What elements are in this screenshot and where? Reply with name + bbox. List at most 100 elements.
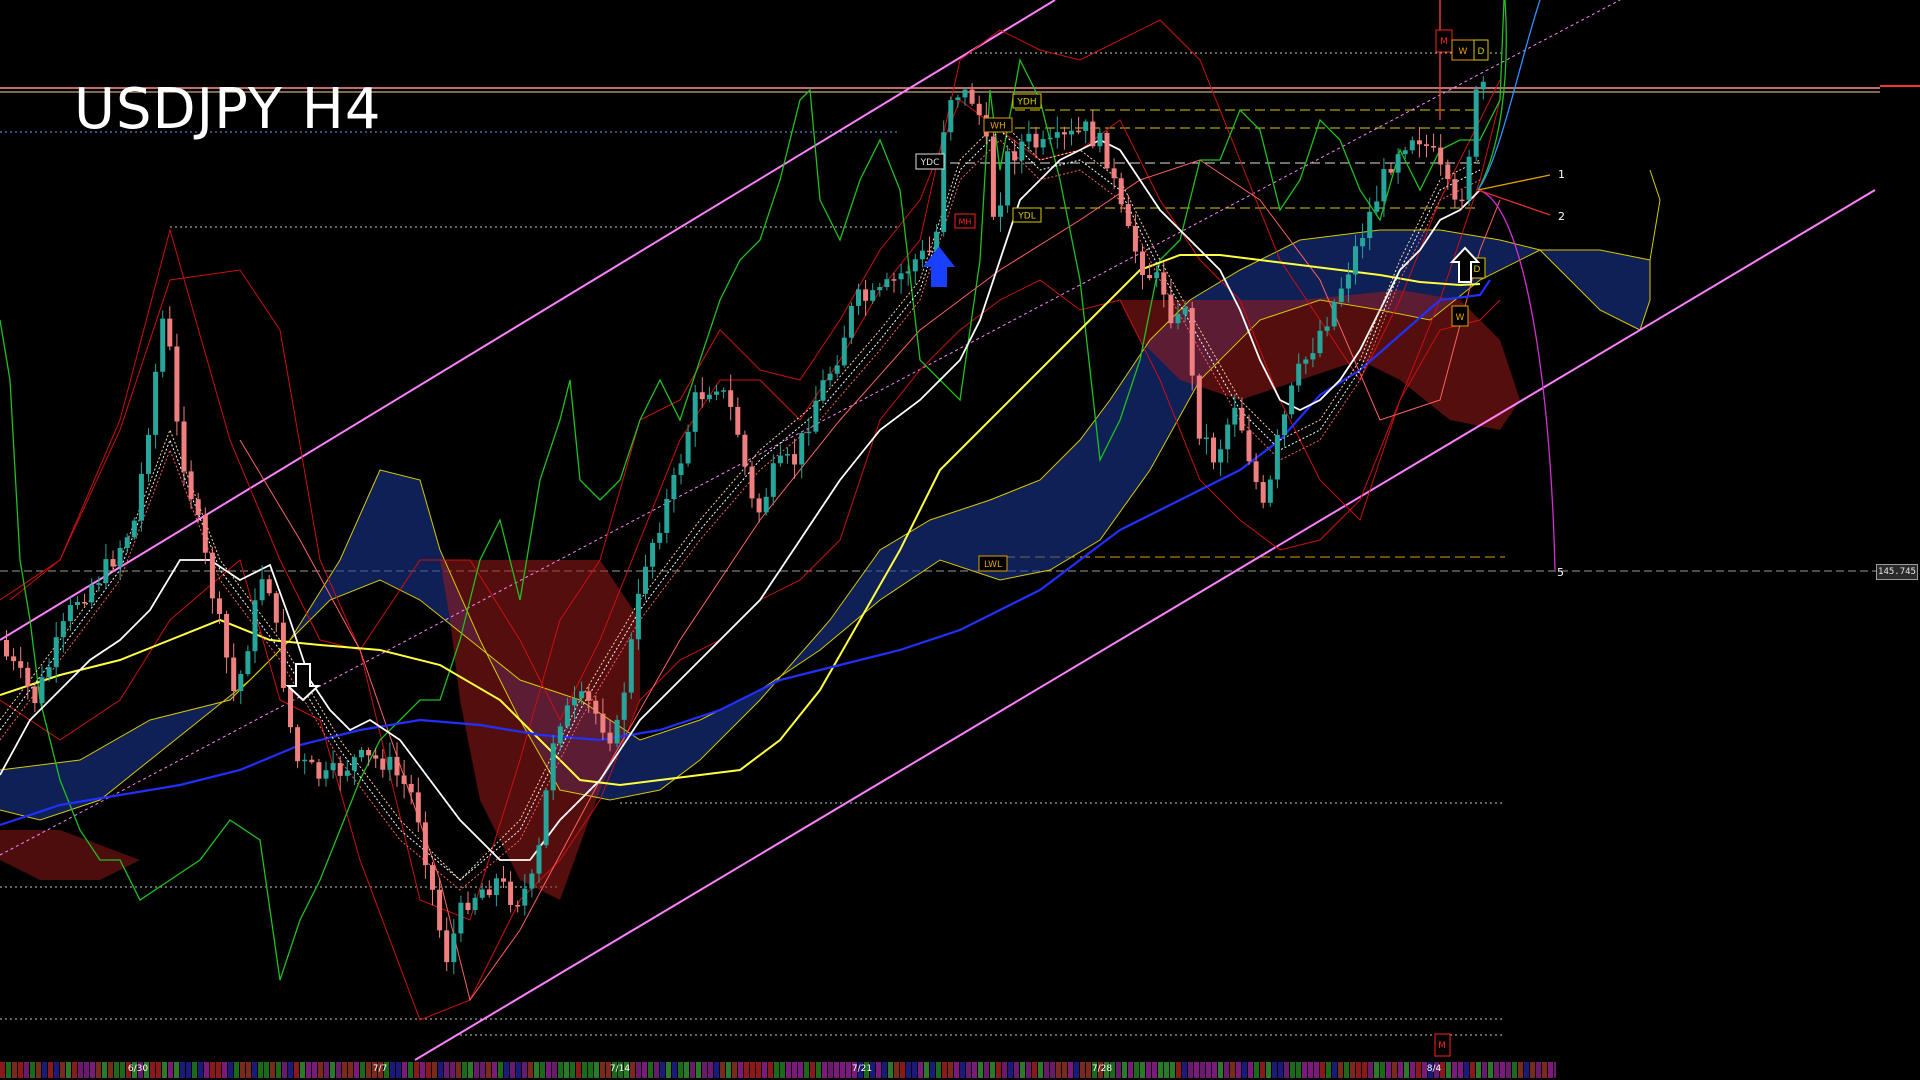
candle-body <box>359 749 364 758</box>
timeline-cell <box>750 1062 755 1078</box>
timeline-cell <box>786 1062 791 1078</box>
candle-body <box>969 89 975 104</box>
timeline-cell <box>24 1062 29 1078</box>
candle-body <box>451 933 457 963</box>
timeline-cell <box>246 1062 251 1078</box>
timeline-cell <box>366 1062 371 1078</box>
timeline-cell <box>120 1062 125 1078</box>
timeline-cell <box>1458 1062 1463 1078</box>
candle-body <box>67 605 73 622</box>
timeline-cell <box>150 1062 155 1078</box>
candle-body <box>557 726 563 744</box>
candle-body <box>1196 375 1202 439</box>
timeline-cell <box>1470 1062 1475 1078</box>
candle-body <box>295 727 301 762</box>
ydc-label: YDC <box>915 153 945 170</box>
timeline-cell <box>996 1062 1001 1078</box>
timeline-cell <box>30 1062 35 1078</box>
timeline-cell <box>96 1062 101 1078</box>
candle-body <box>927 250 932 253</box>
candle-body <box>458 902 464 934</box>
candle-body <box>1445 164 1451 180</box>
candle-body <box>1203 437 1209 440</box>
candle-body <box>955 97 961 101</box>
timeline-cell <box>1272 1062 1277 1078</box>
timeline-cell <box>840 1062 845 1078</box>
candle-body <box>231 657 237 692</box>
candle-body <box>96 583 102 585</box>
svg-text:WH: WH <box>990 122 1006 132</box>
candle-body <box>153 371 159 435</box>
timeline-cell <box>1266 1062 1271 1078</box>
timeline-cell <box>588 1062 593 1078</box>
timeline-cell <box>972 1062 977 1078</box>
timeline-cell <box>6 1062 11 1078</box>
candle-body <box>799 433 805 465</box>
timeline-cell <box>1332 1062 1337 1078</box>
candle-body <box>813 400 819 432</box>
candle-body <box>1076 130 1082 133</box>
candle-body <box>217 598 222 614</box>
candle-body <box>785 454 790 456</box>
svg-text:YDC: YDC <box>920 158 940 168</box>
candle-body <box>11 656 17 662</box>
timeline-cell <box>1080 1062 1085 1078</box>
candle-body <box>195 499 201 515</box>
timeline-cell <box>444 1062 449 1078</box>
timeline-cell <box>564 1062 569 1078</box>
timeline-cell <box>1536 1062 1541 1078</box>
timeline-cell <box>1512 1062 1517 1078</box>
timeline-cell <box>1068 1062 1073 1078</box>
candle-body <box>685 431 691 464</box>
timeline-cell <box>696 1062 701 1078</box>
timeline-cell <box>780 1062 785 1078</box>
timeline-cell <box>978 1062 983 1078</box>
timeline-cell <box>540 1062 545 1078</box>
candle-body <box>288 687 293 728</box>
timeline-cell <box>420 1062 425 1078</box>
timeline-cell <box>882 1062 887 1078</box>
candle-body <box>621 692 627 720</box>
timeline-cell <box>804 1062 809 1078</box>
candle-body <box>89 584 95 603</box>
timeline-cell <box>468 1062 473 1078</box>
candle-body <box>486 889 492 896</box>
candle-body <box>664 498 670 533</box>
candle-body <box>181 421 187 472</box>
candle-body <box>245 651 251 675</box>
timeline-cell <box>1290 1062 1295 1078</box>
timeline-cell <box>1350 1062 1355 1078</box>
timeline-cell <box>264 1062 269 1078</box>
timeline-cell <box>816 1062 821 1078</box>
candle-body <box>1132 226 1138 252</box>
timeline-cell <box>102 1062 107 1078</box>
timeline-cell <box>1524 1062 1529 1078</box>
timeline-cell <box>636 1062 641 1078</box>
timeline-cell <box>222 1062 227 1078</box>
candle-body <box>1211 437 1216 463</box>
candle-body <box>1267 479 1273 503</box>
candle-body <box>25 667 31 687</box>
timeline-cell <box>270 1062 275 1078</box>
timeline-cell <box>228 1062 233 1078</box>
timeline-cell <box>1500 1062 1505 1078</box>
candle-body <box>714 391 719 395</box>
candle-body <box>316 762 322 779</box>
candle-body <box>1090 121 1096 147</box>
timeline-cell <box>1062 1062 1067 1078</box>
timeline-cell <box>84 1062 89 1078</box>
timeline-cell <box>504 1062 509 1078</box>
candle-body <box>671 474 677 499</box>
candle-body <box>202 514 208 553</box>
timeline-cell <box>1386 1062 1391 1078</box>
candle-body <box>408 783 414 793</box>
candle-body <box>472 897 478 911</box>
candle-body <box>1353 246 1358 275</box>
timeline-cell <box>1242 1062 1247 1078</box>
candle-body <box>1189 308 1195 376</box>
candle-body <box>870 290 876 301</box>
candle-body <box>394 756 400 776</box>
timeline-cell <box>1170 1062 1175 1078</box>
candle-body <box>1402 150 1408 155</box>
candle-body <box>103 559 109 584</box>
